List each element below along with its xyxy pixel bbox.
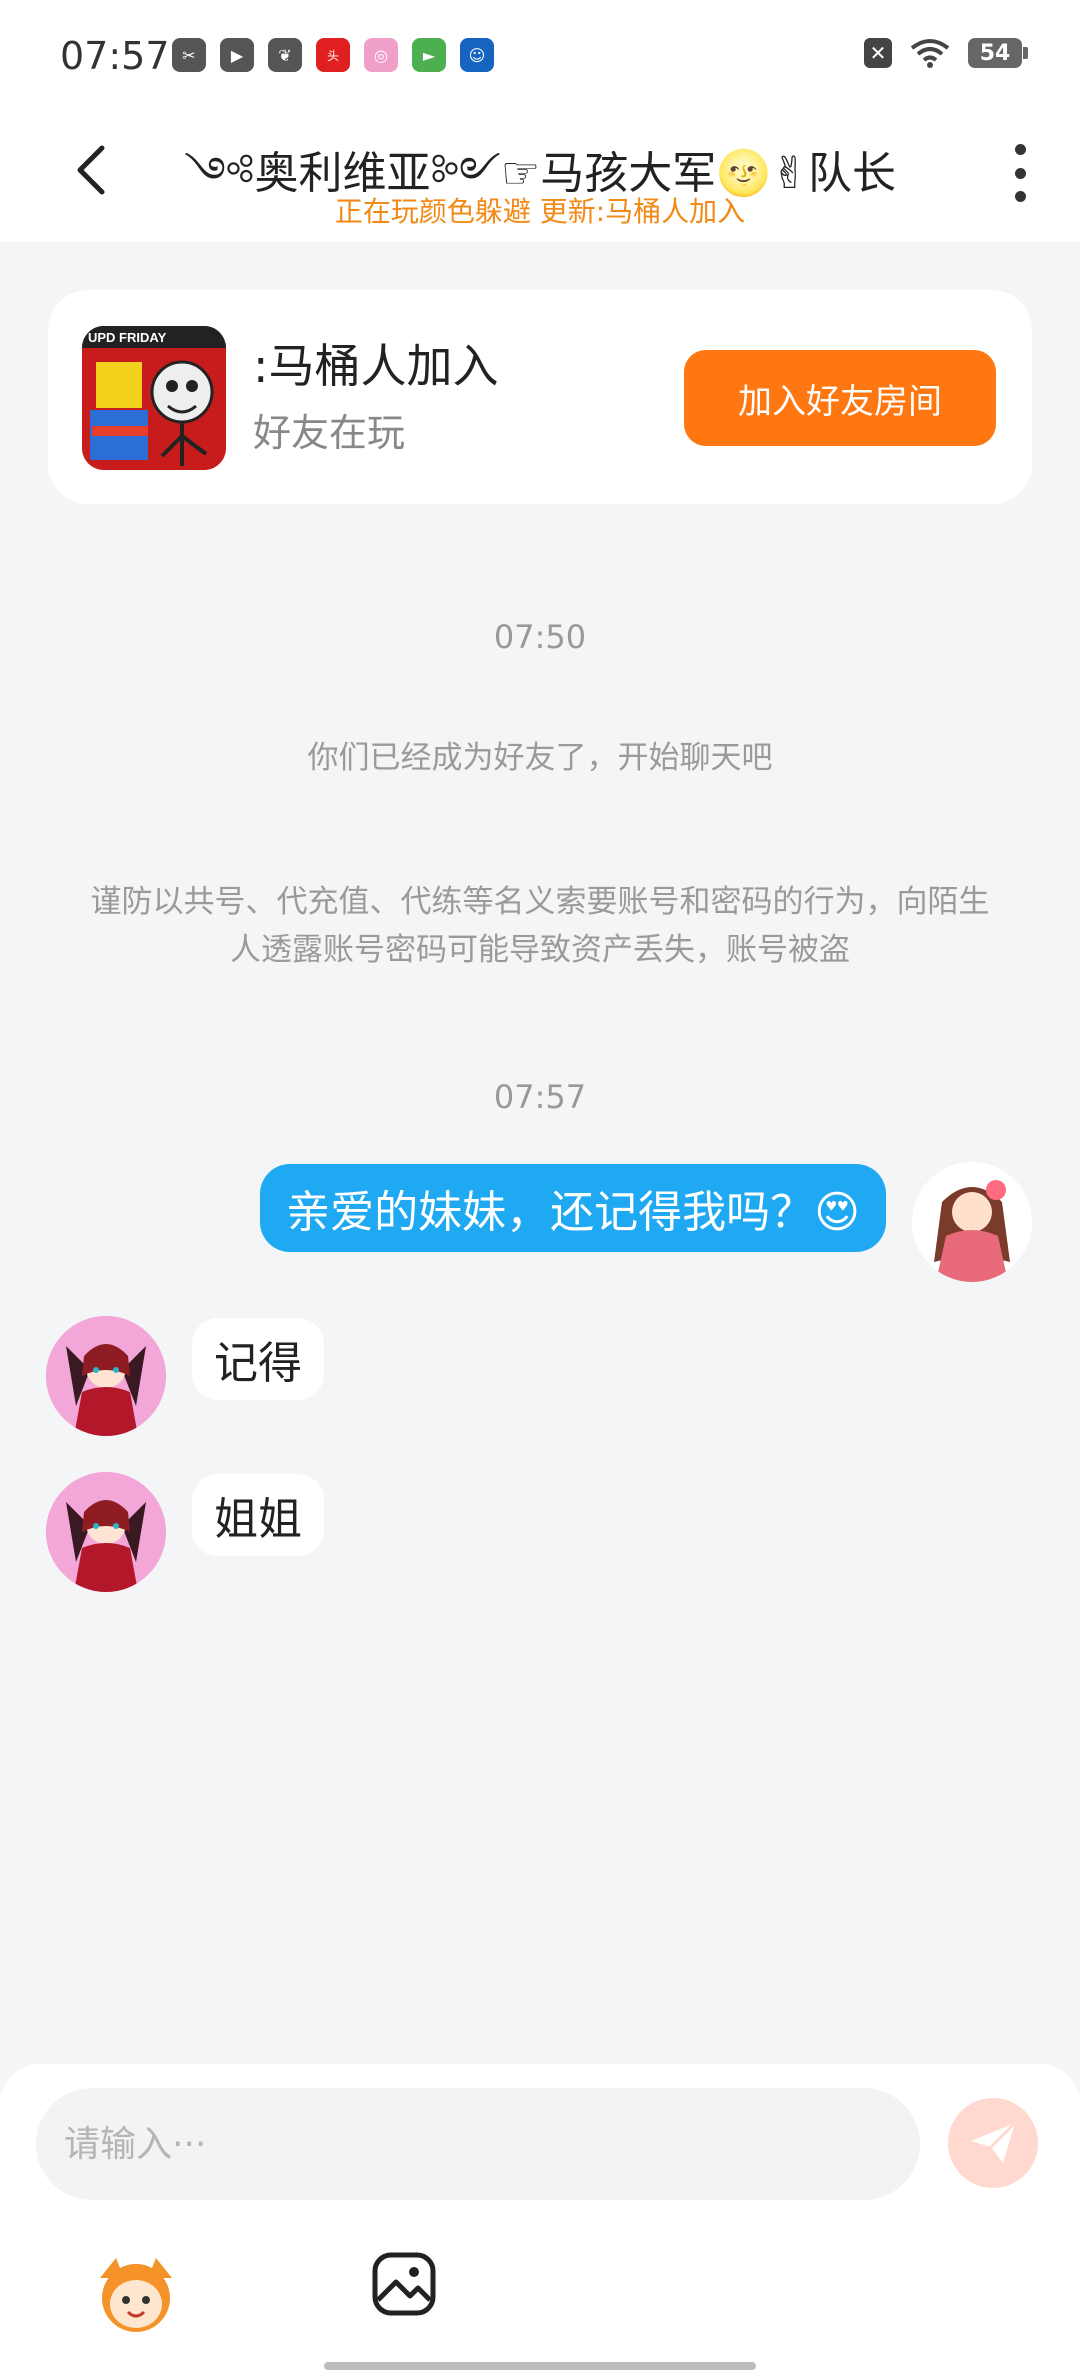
friend-avatar[interactable] (46, 1316, 166, 1436)
timestamp: 07:57 (493, 1078, 587, 1116)
friend-added-notice: 你们已经成为好友了，开始聊天吧 (307, 740, 773, 776)
scissors-app-icon: ✂ (172, 38, 206, 72)
wifi-icon (910, 39, 950, 68)
camera-app-icon: ◎ (364, 38, 398, 72)
friend-message-bubble[interactable]: 记得 (192, 1318, 324, 1400)
send-button[interactable] (948, 2098, 1038, 2188)
timestamp: 07:50 (493, 618, 587, 656)
my-message-bubble[interactable]: 亲爱的妹妹，还记得我吗？😍 (260, 1164, 886, 1252)
game-name: :马桶人加入 (253, 339, 499, 393)
notification-icons: ✂ ▶ ❦ 头 ◎ ► ☺ (172, 38, 494, 72)
friend-avatar[interactable] (46, 1472, 166, 1592)
game-app-icon: ☺ (460, 38, 494, 72)
composer-bar (0, 2064, 1080, 2376)
svg-text:UPD FRIDAY: UPD FRIDAY (88, 330, 167, 345)
play-app-icon: ▶ (220, 38, 254, 72)
toutiao-app-icon: 头 (316, 38, 350, 72)
game-thumbnail[interactable]: UPD FRIDAY (82, 326, 226, 470)
sticker-mascot-icon[interactable] (92, 2248, 180, 2336)
my-avatar[interactable] (912, 1162, 1032, 1282)
playing-status: 正在玩颜色躲避 更新:马桶人加入 (334, 195, 746, 228)
message-input[interactable] (36, 2088, 920, 2200)
battery-icon: 54 (968, 38, 1028, 68)
friend-game-card: UPD FRIDAY :马桶人加入 好友在玩 加入好友房间 (48, 290, 1032, 504)
more-options-icon[interactable] (1012, 144, 1028, 202)
image-picker-icon[interactable] (370, 2250, 438, 2318)
security-notice: 谨防以共号、代充值、代练等名义索要账号和密码的行为，向陌生人透露账号密码可能导致… (90, 884, 990, 968)
friend-message-bubble[interactable]: 姐姐 (192, 1474, 324, 1556)
leaf-app-icon: ❦ (268, 38, 302, 72)
status-bar: 07:57 ✂ ▶ ❦ 头 ◎ ► ☺ ✕ 54 (0, 0, 1080, 110)
sim-off-icon: ✕ (864, 38, 892, 68)
video-app-icon: ► (412, 38, 446, 72)
status-time: 07:57 (60, 34, 170, 78)
friend-playing-label: 好友在玩 (253, 411, 406, 455)
chat-header: ༺奥利维亚༻☞马孩大军🌝✌队长 正在玩颜色躲避 更新:马桶人加入 (0, 110, 1080, 242)
send-icon (971, 2121, 1017, 2163)
join-friend-room-button[interactable]: 加入好友房间 (684, 350, 996, 446)
home-indicator[interactable] (324, 2362, 756, 2370)
back-icon[interactable] (64, 140, 124, 200)
